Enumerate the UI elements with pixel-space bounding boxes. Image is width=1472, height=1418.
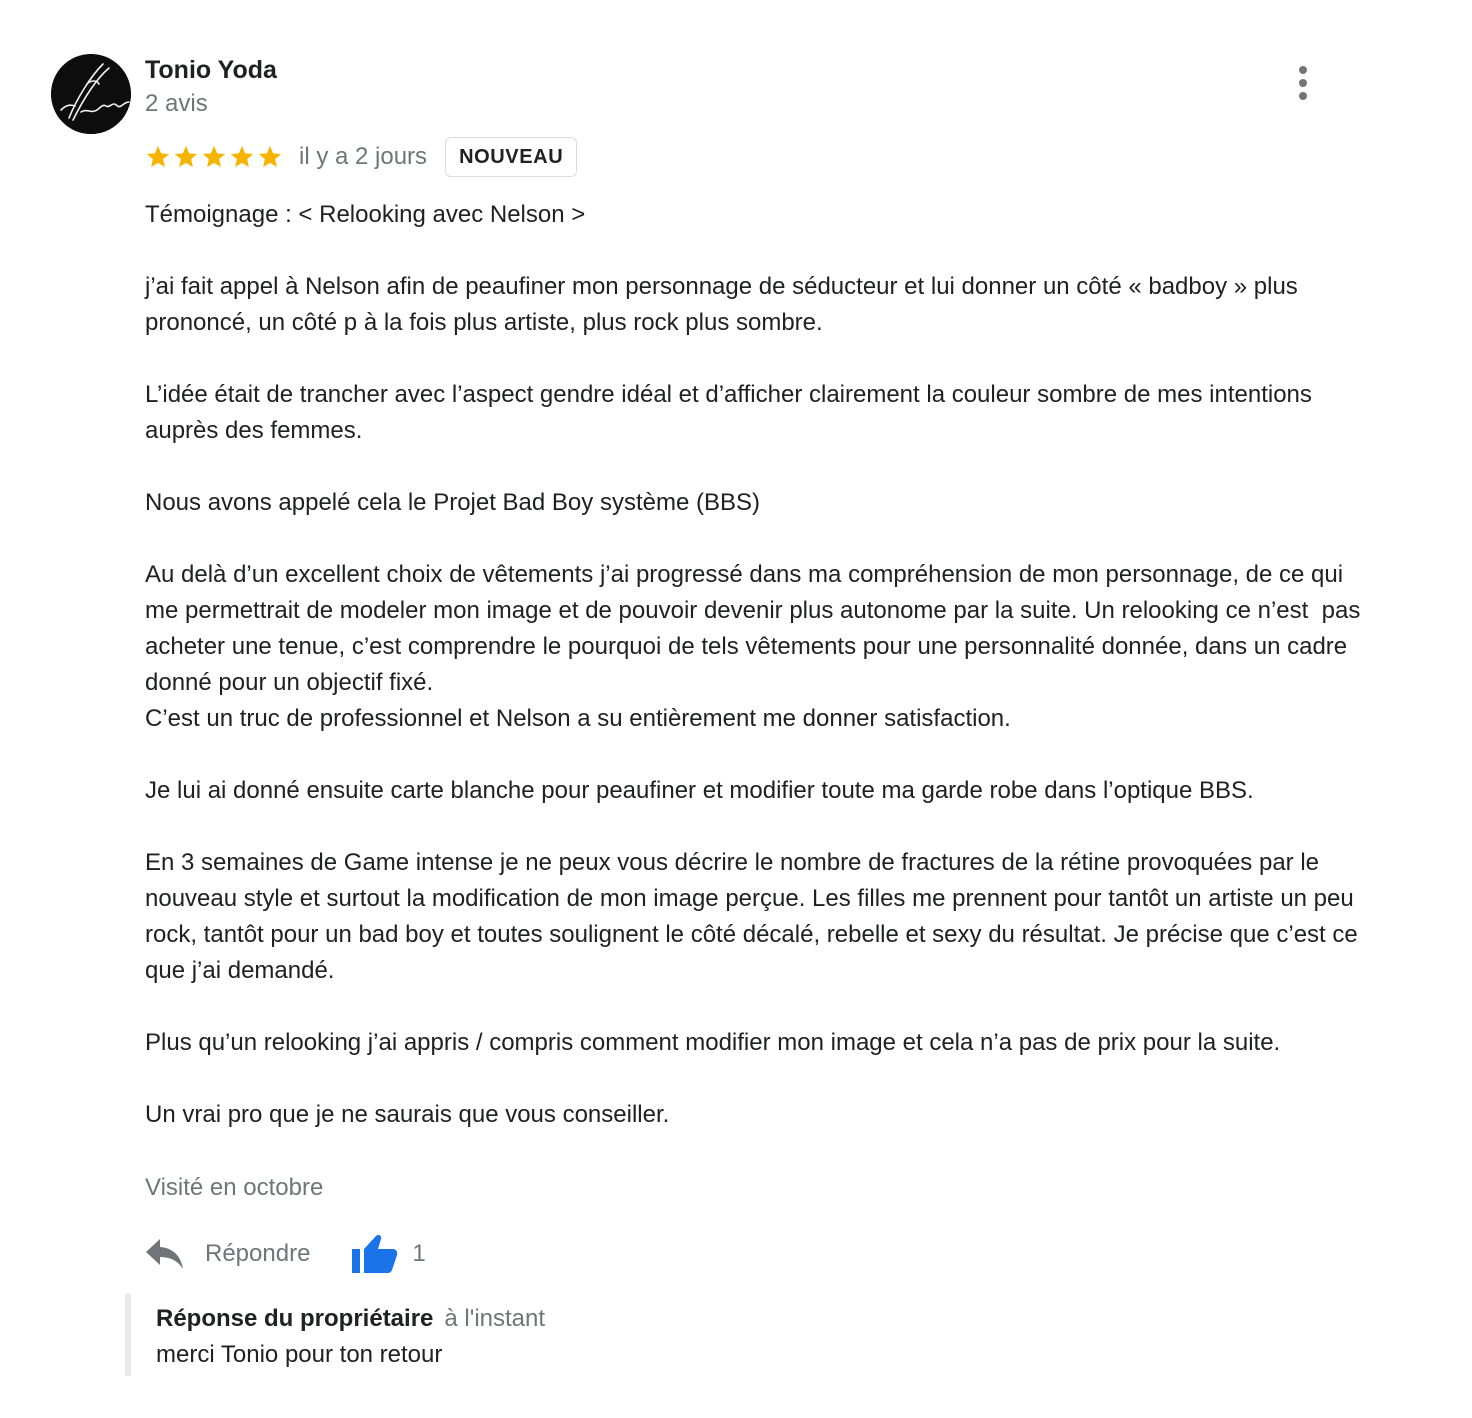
star-icon — [230, 145, 254, 168]
reply-arrow-icon — [146, 1239, 183, 1269]
review-card: Tonio Yoda 2 avis il y a 2 jours NOUVEAU… — [0, 0, 1472, 1418]
review-paragraph: Un vrai pro que je ne saurais que vous c… — [145, 1101, 670, 1128]
review-paragraph: Au delà d’un excellent choix de vêtement… — [145, 561, 1361, 732]
more-options-button[interactable] — [1282, 62, 1324, 104]
owner-reply-time: à l'instant — [444, 1305, 546, 1332]
reply-label: Répondre — [205, 1240, 311, 1267]
review-paragraph: En 3 semaines de Game intense je ne peux… — [145, 849, 1365, 984]
star-icon — [146, 145, 170, 168]
owner-reply: Réponse du propriétaire à l'instant merc… — [125, 1294, 1325, 1376]
review-paragraph: Plus qu’un relooking j’ai appris / compr… — [145, 1029, 1281, 1056]
review-paragraph: j’ai fait appel à Nelson afin de peaufin… — [145, 273, 1305, 336]
review-paragraph: Témoignage : < Relooking avec Nelson > — [145, 201, 586, 228]
signature-avatar-icon — [51, 54, 131, 134]
like-count: 1 — [412, 1240, 426, 1267]
star-icon — [202, 145, 226, 168]
like-button[interactable]: 1 — [352, 1233, 426, 1275]
more-vertical-icon — [1299, 66, 1307, 74]
author-review-count: 2 avis — [145, 90, 208, 117]
review-paragraph: L’idée était de trancher avec l’aspect g… — [145, 381, 1319, 444]
author-avatar[interactable] — [51, 54, 131, 134]
review-date: il y a 2 jours — [299, 143, 428, 170]
author-name[interactable]: Tonio Yoda — [145, 55, 277, 85]
owner-reply-header: Réponse du propriétaire à l'instant — [156, 1305, 545, 1333]
review-paragraph: Nous avons appelé cela le Projet Bad Boy… — [145, 489, 760, 516]
owner-reply-text: merci Tonio pour ton retour — [156, 1341, 443, 1368]
review-actions: Répondre 1 — [145, 1228, 426, 1280]
rating-row: il y a 2 jours NOUVEAU — [145, 136, 578, 178]
thumbs-up-icon — [352, 1235, 398, 1273]
new-badge: NOUVEAU — [445, 137, 578, 177]
star-icon — [258, 145, 282, 168]
star-icon — [174, 145, 198, 168]
visited-date: Visité en octobre — [145, 1174, 324, 1201]
reply-button[interactable]: Répondre — [145, 1237, 310, 1271]
more-vertical-icon-dot — [1299, 79, 1307, 87]
review-text: Témoignage : < Relooking avec Nelson > j’… — [145, 197, 1375, 1133]
more-vertical-icon-dot — [1299, 92, 1307, 100]
owner-reply-title: Réponse du propriétaire — [156, 1305, 434, 1332]
star-rating — [145, 144, 283, 170]
review-paragraph: Je lui ai donné ensuite carte blanche po… — [145, 777, 1254, 804]
